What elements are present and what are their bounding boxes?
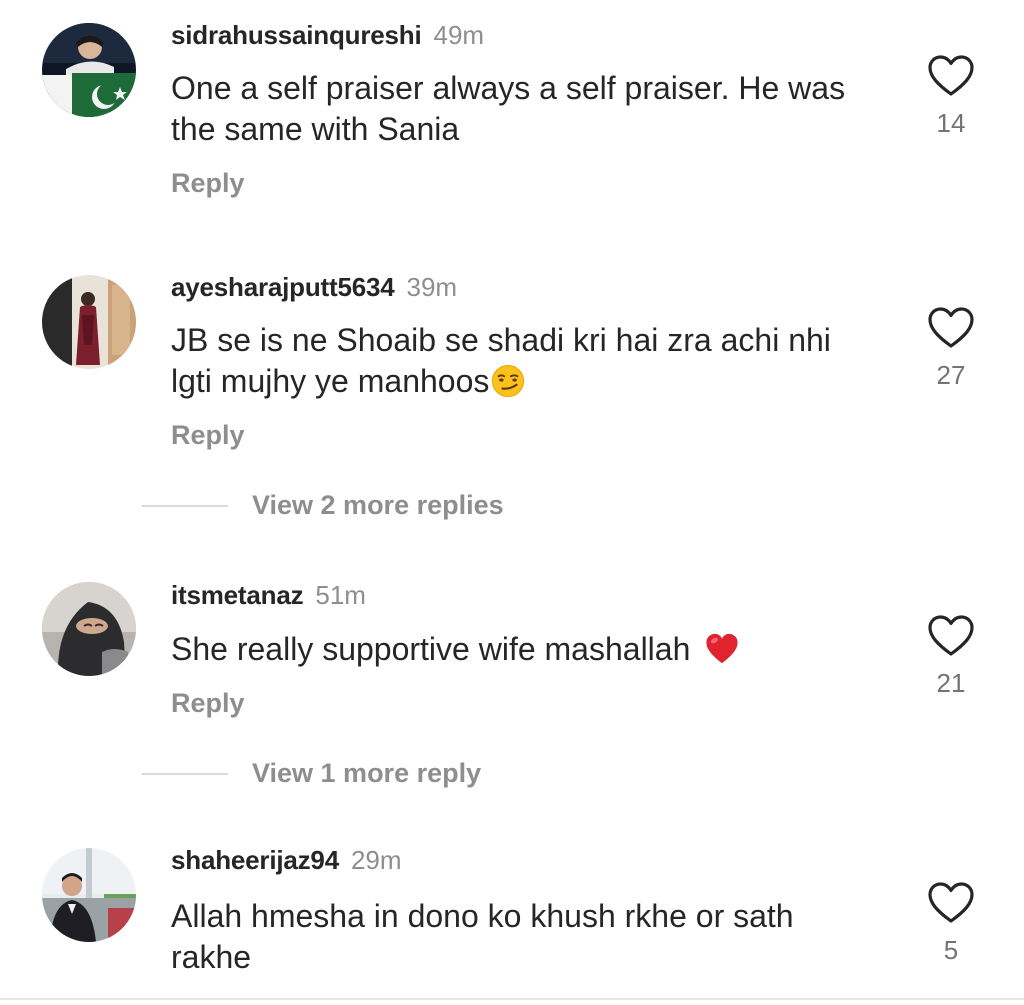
heart-outline-icon[interactable]	[927, 54, 975, 98]
heart-outline-icon[interactable]	[927, 614, 975, 658]
username[interactable]: shaheerijaz94	[171, 845, 339, 875]
standing-woman-avatar-icon	[42, 275, 136, 369]
username[interactable]: sidrahussainqureshi	[171, 20, 422, 50]
view-more-replies: View 1 more reply	[0, 756, 1024, 790]
like-control: 27	[925, 306, 977, 390]
veiled-face-avatar-icon	[42, 582, 136, 676]
divider	[142, 505, 228, 507]
timestamp: 39m	[406, 272, 458, 302]
like-count: 27	[936, 360, 966, 390]
view-more-replies: View 2 more replies	[0, 488, 1024, 522]
smirking-face-emoji-icon	[492, 364, 525, 398]
timestamp: 51m	[315, 580, 366, 610]
reply-button[interactable]: Reply	[171, 418, 245, 452]
heart-outline-icon[interactable]	[927, 881, 975, 925]
like-count: 5	[943, 935, 959, 965]
red-heart-emoji-icon	[706, 633, 738, 664]
timestamp: 49m	[433, 20, 485, 50]
reply-button[interactable]: Reply	[171, 686, 245, 720]
view-more-replies-button[interactable]: View 2 more replies	[252, 488, 504, 522]
comment-text: She really supportive wife mashallah	[171, 629, 871, 670]
username[interactable]: itsmetanaz	[171, 580, 304, 610]
comment-header: itsmetanaz 51m	[171, 578, 366, 617]
divider	[142, 773, 228, 775]
avatar[interactable]	[42, 275, 136, 369]
avatar[interactable]	[42, 848, 136, 942]
like-count: 14	[936, 108, 966, 138]
comment-header: ayesharajputt5634 39m	[171, 270, 457, 309]
bottom-divider	[0, 998, 1024, 1000]
heart-outline-icon[interactable]	[927, 306, 975, 350]
timestamp: 29m	[350, 845, 402, 875]
comment-text: One a self praiser always a self praiser…	[171, 70, 846, 147]
comment-text: Allah hmesha in dono ko khush rkhe or sa…	[171, 898, 794, 975]
username[interactable]: ayesharajputt5634	[171, 272, 395, 302]
avatar[interactable]	[42, 23, 136, 117]
comment-header: sidrahussainqureshi 49m	[171, 18, 484, 57]
comment-header: shaheerijaz94 29m	[171, 843, 402, 882]
like-control: 14	[925, 54, 977, 138]
outdoor-portrait-avatar-icon	[42, 848, 136, 942]
reply-button[interactable]: Reply	[171, 166, 245, 200]
view-more-replies-button[interactable]: View 1 more reply	[252, 756, 481, 790]
like-control: 21	[925, 614, 977, 698]
like-count: 21	[936, 668, 966, 698]
comment-text-body: She really supportive wife mashallah	[171, 631, 691, 667]
flag-portrait-avatar-icon	[42, 23, 136, 117]
comment-text: JB se is ne Shoaib se shadi kri hai zra …	[171, 320, 871, 402]
avatar[interactable]	[42, 582, 136, 676]
like-control: 5	[925, 881, 977, 965]
